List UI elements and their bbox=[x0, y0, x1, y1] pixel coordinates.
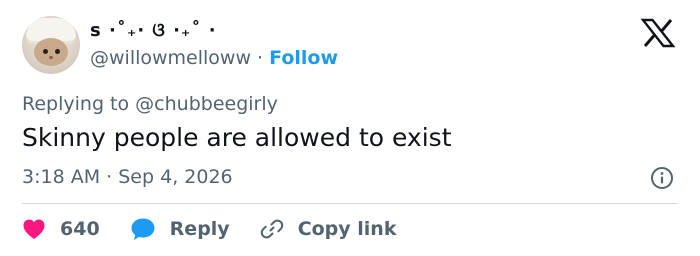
reply-mention-link[interactable]: @chubbeegirly bbox=[135, 93, 278, 115]
divider bbox=[22, 203, 678, 204]
like-count: 640 bbox=[60, 218, 100, 240]
heart-icon bbox=[23, 219, 45, 239]
action-bar: 640 Reply Copy link bbox=[22, 214, 426, 244]
avatar-nose bbox=[49, 56, 53, 59]
link-icon bbox=[260, 219, 283, 239]
tweet-text: Skinny people are allowed to exist bbox=[22, 123, 452, 152]
handle-separator: · bbox=[257, 47, 264, 69]
x-logo-icon[interactable] bbox=[640, 18, 676, 48]
replying-prefix: Replying to bbox=[22, 93, 130, 115]
avatar-face bbox=[34, 38, 68, 66]
avatar[interactable] bbox=[22, 16, 80, 74]
avatar-eye-right bbox=[55, 49, 60, 54]
info-icon[interactable] bbox=[650, 166, 674, 190]
avatar-eye-left bbox=[43, 49, 48, 54]
author-handle-row: @willowmelloww · Follow bbox=[90, 47, 338, 69]
copy-link-button[interactable]: Copy link bbox=[260, 217, 397, 241]
replying-to: Replying to @chubbeegirly bbox=[22, 93, 278, 115]
tweet-time: 3:18 AM bbox=[22, 166, 101, 188]
timestamp-separator: · bbox=[106, 166, 113, 188]
reply-label: Reply bbox=[169, 218, 230, 240]
tweet-timestamp[interactable]: 3:18 AM · Sep 4, 2026 bbox=[22, 166, 233, 188]
copy-link-label: Copy link bbox=[297, 218, 397, 240]
reply-button[interactable]: Reply bbox=[130, 217, 230, 241]
tweet-card: s ·˚₊· ଓ ·₊˚ · @willowmelloww · Follow R… bbox=[0, 0, 700, 256]
author-handle[interactable]: @willowmelloww bbox=[90, 47, 251, 69]
like-button[interactable]: 640 bbox=[22, 218, 100, 240]
follow-button[interactable]: Follow bbox=[269, 47, 338, 69]
reply-bubble-icon bbox=[131, 218, 155, 240]
tweet-date: Sep 4, 2026 bbox=[118, 166, 233, 188]
author-display-name[interactable]: s ·˚₊· ଓ ·₊˚ · bbox=[90, 20, 217, 41]
